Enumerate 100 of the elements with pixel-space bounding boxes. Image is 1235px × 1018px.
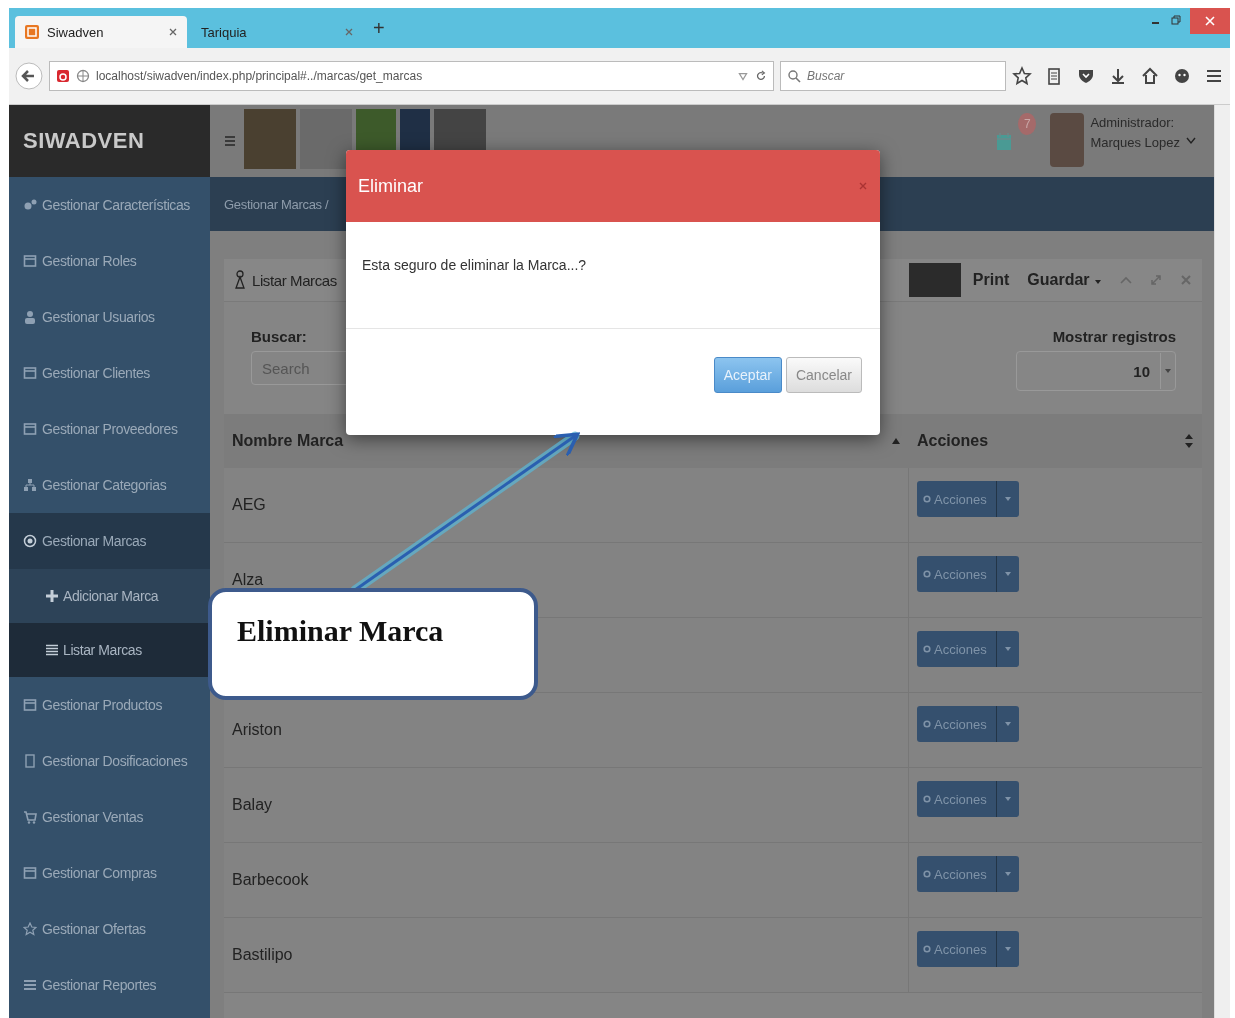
caret-icon — [1094, 279, 1102, 285]
user-role: Administrador: — [1090, 114, 1176, 132]
browser-tab[interactable]: Tariquia — [191, 16, 363, 48]
square-icon — [23, 866, 37, 880]
chat-icon[interactable] — [1172, 66, 1192, 86]
actions-button[interactable]: Acciones — [917, 856, 997, 892]
page-size-label: Mostrar registros — [1052, 328, 1176, 345]
browser-search-field[interactable]: Buscar — [780, 61, 1006, 91]
globe-icon — [75, 69, 90, 83]
gear-icon — [923, 495, 931, 503]
sidebar-item[interactable]: Gestionar Categorias — [9, 457, 210, 513]
caret-icon — [1004, 870, 1012, 878]
dropdown-toggle[interactable] — [997, 931, 1019, 967]
actions-button[interactable]: Acciones — [917, 481, 997, 517]
chevron-down-icon[interactable] — [1186, 137, 1196, 145]
square-icon — [23, 422, 37, 436]
back-icon[interactable] — [15, 62, 43, 90]
caret-icon — [1004, 495, 1012, 503]
page-size-select[interactable]: 10 — [1016, 351, 1176, 391]
chevron-up-icon[interactable] — [1120, 274, 1132, 286]
save-dropdown[interactable]: Guardar — [1027, 271, 1102, 289]
gear-icon — [23, 198, 37, 212]
close-icon[interactable] — [169, 28, 177, 36]
toolbar-block — [908, 263, 961, 297]
column-header[interactable]: Nombre Marca — [232, 432, 344, 450]
sidebar-subitem[interactable]: Adicionar Marca — [9, 569, 210, 623]
gear-icon — [923, 870, 931, 878]
caret-icon — [1004, 945, 1012, 953]
gear-icon — [923, 645, 931, 653]
actions-button[interactable]: Acciones — [917, 781, 997, 817]
sidebar-item[interactable]: Gestionar Compras — [9, 845, 210, 901]
app-favicon-icon — [25, 25, 39, 39]
sidebar-item[interactable]: Gestionar Reportes — [9, 957, 210, 1013]
photo-placeholder — [300, 109, 352, 169]
caret-icon — [1004, 795, 1012, 803]
sidebar-item[interactable]: Gestionar Productos — [9, 677, 210, 733]
search-label: Buscar: — [251, 328, 308, 345]
dropdown-icon[interactable] — [737, 70, 749, 82]
figure-icon — [234, 270, 246, 290]
plus-icon — [45, 589, 59, 603]
sidebar-item[interactable]: Gestionar Clientes — [9, 345, 210, 401]
sidebar-item[interactable]: Gestionar Roles — [9, 233, 210, 289]
print-button[interactable]: Print — [972, 271, 1010, 289]
dropdown-toggle[interactable] — [997, 631, 1019, 667]
sidebar-subitem[interactable]: Listar Marcas — [9, 623, 210, 677]
sitemap-icon — [23, 478, 37, 492]
bookmark-star-icon[interactable] — [1012, 66, 1032, 86]
browser-tab[interactable]: Siwadven — [15, 16, 187, 48]
accept-button[interactable]: Aceptar — [713, 357, 782, 393]
avatar[interactable] — [1050, 113, 1085, 167]
cancel-button[interactable]: Cancelar — [785, 357, 862, 393]
reload-icon[interactable] — [755, 70, 767, 82]
sidebar-item[interactable]: Gestionar Marcas — [9, 513, 210, 569]
app-logo: SIWADVEN — [9, 105, 210, 177]
square-icon — [23, 366, 37, 380]
dropdown-toggle[interactable] — [997, 556, 1019, 592]
user-name: Marques Lopez — [1090, 134, 1180, 152]
sort-up-icon[interactable] — [891, 437, 901, 445]
close-icon[interactable] — [1190, 8, 1230, 34]
dropdown-toggle[interactable] — [997, 781, 1019, 817]
actions-button[interactable]: Acciones — [917, 931, 997, 967]
home-icon[interactable] — [1140, 66, 1160, 86]
sidebar-item[interactable]: Gestionar Proveedores — [9, 401, 210, 457]
table-cell: AEG — [232, 496, 266, 514]
caret-icon — [1004, 570, 1012, 578]
actions-button[interactable]: Acciones — [917, 556, 997, 592]
sort-icon[interactable] — [1184, 433, 1194, 449]
new-tab-button[interactable]: + — [373, 16, 385, 40]
sidebar-item[interactable]: Gestionar Ofertas — [9, 901, 210, 957]
list-icon — [45, 643, 59, 657]
breadcrumb[interactable]: Gestionar Marcas / — [224, 196, 329, 212]
square-icon — [23, 254, 37, 268]
scrollbar[interactable] — [1214, 105, 1230, 1018]
dropdown-toggle[interactable] — [997, 481, 1019, 517]
sidebar-item[interactable]: Gestionar Ventas — [9, 789, 210, 845]
gear-icon — [923, 570, 931, 578]
star-icon — [23, 922, 37, 936]
expand-icon[interactable] — [1150, 274, 1162, 286]
caret-icon — [1164, 368, 1172, 374]
sidebar-item[interactable]: Gestionar Características — [9, 177, 210, 233]
gear-icon — [923, 795, 931, 803]
callout-text: Eliminar Marca — [237, 614, 444, 647]
caret-icon — [1004, 645, 1012, 653]
site-icon — [55, 69, 70, 83]
table-cell: Bastilipo — [232, 946, 293, 964]
table-cell: Balay — [232, 796, 273, 814]
panel-title: Listar Marcas — [252, 271, 337, 289]
square-icon — [23, 698, 37, 712]
restore-icon[interactable] — [1170, 14, 1182, 26]
close-icon[interactable] — [345, 28, 353, 36]
actions-button[interactable]: Acciones — [917, 706, 997, 742]
address-field[interactable]: localhost/siwadven/index.php/principal#../marcas/get_marcas — [48, 61, 774, 91]
sidebar-item[interactable]: Gestionar Dosificaciones — [9, 733, 210, 789]
dropdown-toggle[interactable] — [997, 706, 1019, 742]
column-header[interactable]: Acciones — [917, 432, 989, 450]
table-cell: Ariston — [232, 721, 282, 739]
actions-button[interactable]: Acciones — [917, 631, 997, 667]
dropdown-toggle[interactable] — [997, 856, 1019, 892]
sidebar-item[interactable]: Gestionar Usuarios — [9, 289, 210, 345]
gear-icon — [923, 945, 931, 953]
